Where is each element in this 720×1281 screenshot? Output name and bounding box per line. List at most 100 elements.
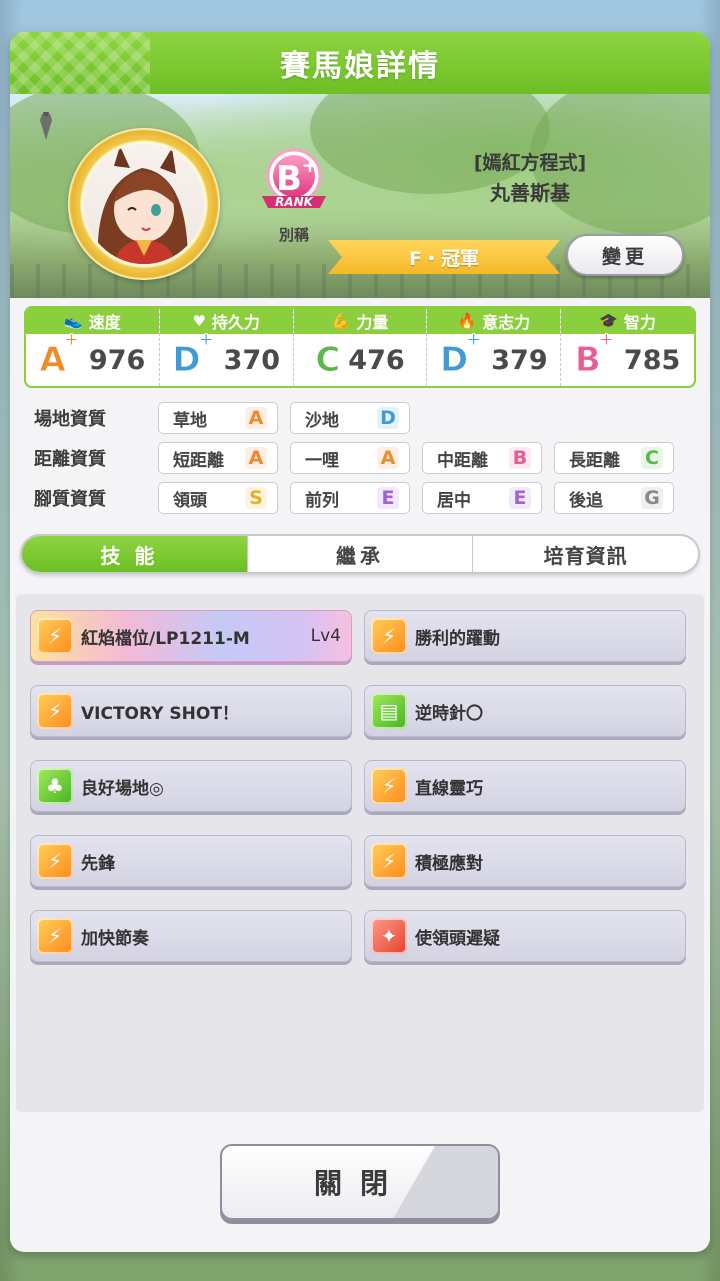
skill-item[interactable]: ⚡ 先鋒 (30, 835, 352, 887)
shoe-icon: 👟 (64, 312, 83, 330)
stats-panel: 👟 速度 A+ 976 ♥ 持久力 D+ 370 💪 力量 C 476 🔥 意志力 D+ 379 🎓 智力 B+ 78… (24, 306, 696, 388)
tab-2[interactable]: 培育資訊 (473, 536, 698, 572)
aptitude-cell: 一哩 A (290, 442, 410, 474)
stat-value: 976 (88, 344, 146, 376)
stat-label: 持久力 (211, 313, 260, 332)
skill-item[interactable]: ⚡ 勝利的躍動 (364, 610, 686, 662)
muscle-icon: 💪 (331, 312, 351, 330)
graduation-cap-icon: 🎓 (599, 312, 618, 330)
close-button-label: 關閉 (313, 1167, 406, 1200)
detail-tabs: 技能 繼承 培育資訊 (20, 534, 700, 574)
skill-name: 加快節奏 (81, 928, 149, 949)
aptitude-name: 長距離 (569, 450, 620, 471)
speed-skill-icon: ⚡ (37, 693, 73, 729)
aptitude-name: 短距離 (173, 450, 224, 471)
stat-label: 速度 (88, 313, 121, 332)
aptitude-cell: 中距離 B (422, 442, 542, 474)
stat-grade: D+ (439, 328, 482, 380)
tab-0[interactable]: 技能 (22, 536, 248, 572)
skill-name: VICTORY SHOT！ (81, 703, 239, 724)
stat-2: 💪 力量 C 476 (293, 308, 428, 386)
aptitude-row: 場地資質 草地 A 沙地 D (34, 398, 694, 438)
stat-3: 🔥 意志力 D+ 379 (427, 308, 562, 386)
skill-item[interactable]: ♣ 良好場地◎ (30, 760, 352, 812)
aptitude-row: 腳質資質 領頭 S 前列 E 居中 E 後追 G (34, 478, 694, 518)
aptitude-name: 領頭 (173, 490, 207, 511)
svg-text:B: B (276, 159, 302, 199)
skill-item[interactable]: ✦ 使領頭遲疑 (364, 910, 686, 962)
stat-4: 🎓 智力 B+ 785 (561, 308, 694, 386)
aptitude-row-label: 腳質資質 (34, 489, 106, 510)
stat-value: 370 (223, 344, 281, 376)
aptitude-grade: D (377, 407, 399, 429)
aptitude-name: 前列 (305, 490, 339, 511)
speed-skill-icon: ⚡ (371, 618, 407, 654)
aptitude-grade: A (377, 447, 399, 469)
character-name: 丸善斯基 (490, 181, 570, 205)
stat-body: D+ 379 (427, 328, 560, 386)
heart-icon: ♥ (192, 312, 206, 330)
stat-header: 🎓 智力 (561, 308, 694, 334)
dialog-titlebar: 賽馬娘詳情 (10, 32, 710, 94)
skill-item[interactable]: ▤ 逆時針〇 (364, 685, 686, 737)
stat-value: 379 (491, 344, 548, 376)
stat-label: 智力 (623, 313, 656, 332)
skill-item[interactable]: ⚡ VICTORY SHOT！ (30, 685, 352, 737)
aptitude-cell: 前列 E (290, 482, 410, 514)
stat-header: 💪 力量 (293, 308, 427, 334)
skills-panel: ⚡ 紅焰檔位/LP1211-M Lv4 ⚡ 勝利的躍動 ⚡ VICTORY SHOT！ ▤ 逆時… (16, 594, 704, 1112)
stat-grade: A+ (39, 328, 79, 380)
aptitude-name: 後追 (569, 490, 603, 511)
speed-skill-icon: ⚡ (371, 768, 407, 804)
svg-text:+: + (302, 153, 319, 177)
aptitude-cell: 領頭 S (158, 482, 278, 514)
aptitude-grade: E (377, 487, 399, 509)
speed-skill-icon: ⚡ (37, 618, 73, 654)
aptitude-cell: 後追 G (554, 482, 674, 514)
aptitude-name: 中距離 (437, 450, 488, 471)
skill-item[interactable]: ⚡ 直線靈巧 (364, 760, 686, 812)
stat-body: D+ 370 (160, 330, 293, 386)
carrot-sticker-icon[interactable] (34, 112, 58, 142)
change-title-button[interactable]: 變更 (566, 234, 684, 276)
speed-skill-icon: ⚡ (37, 918, 73, 954)
tab-1[interactable]: 繼承 (248, 536, 474, 572)
stat-label: 意志力 (482, 313, 531, 332)
rank-badge: B + RANK 別稱 (256, 146, 332, 245)
aptitude-name: 草地 (173, 410, 207, 431)
stat-header: 👟 速度 (26, 308, 159, 334)
stat-value: 785 (623, 344, 681, 376)
close-button[interactable]: 關閉 (220, 1144, 500, 1220)
aptitude-cell: 沙地 D (290, 402, 410, 434)
flame-icon: 🔥 (457, 312, 477, 330)
aptitude-grade: A (245, 407, 267, 429)
skill-name: 良好場地◎ (81, 778, 164, 799)
character-name-block: [嫣紅方程式] 丸善斯基 (400, 148, 660, 206)
aptitude-cell: 草地 A (158, 402, 278, 434)
skill-name: 先鋒 (81, 853, 115, 874)
stat-label: 力量 (356, 313, 389, 332)
character-hero: B + RANK 別稱 [嫣紅方程式] 丸善斯基 F・冠軍 變更 (10, 94, 710, 298)
aptitude-grade: E (509, 487, 531, 509)
stat-value: 476 (348, 344, 405, 376)
aptitude-cell: 居中 E (422, 482, 542, 514)
skill-item[interactable]: ⚡ 紅焰檔位/LP1211-M Lv4 (30, 610, 352, 662)
character-avatar (84, 144, 204, 264)
aptitude-row-label: 距離資質 (34, 449, 106, 470)
rank-b-plus-icon: B + RANK (262, 148, 326, 209)
aptitude-grid: 場地資質 草地 A 沙地 D 距離資質 短距離 A 一哩 A 中距離 B 長距離 C 腳質資質 領頭 S 前列 E 居… (34, 398, 694, 518)
stat-1: ♥ 持久力 D+ 370 (159, 308, 294, 386)
skill-name: 勝利的躍動 (415, 628, 500, 649)
skill-name: 直線靈巧 (415, 778, 483, 799)
svg-text:RANK: RANK (275, 195, 315, 209)
skill-item[interactable]: ⚡ 加快節奏 (30, 910, 352, 962)
speed-skill-icon: ⚡ (37, 843, 73, 879)
umamusume-detail-dialog: 賽馬娘詳情 B + RANK 別稱 [嫣紅方程式] 丸善斯基 F・冠軍 變更 👟… (10, 32, 710, 1252)
card-skill-icon: ▤ (371, 693, 407, 729)
stat-header: ♥ 持久力 (159, 308, 293, 334)
skill-item[interactable]: ⚡ 積極應對 (364, 835, 686, 887)
skill-name: 紅焰檔位/LP1211-M (81, 628, 250, 649)
skill-name: 積極應對 (415, 853, 483, 874)
stamina-skill-icon: ♣ (37, 768, 73, 804)
skill-level: Lv4 (310, 626, 341, 646)
